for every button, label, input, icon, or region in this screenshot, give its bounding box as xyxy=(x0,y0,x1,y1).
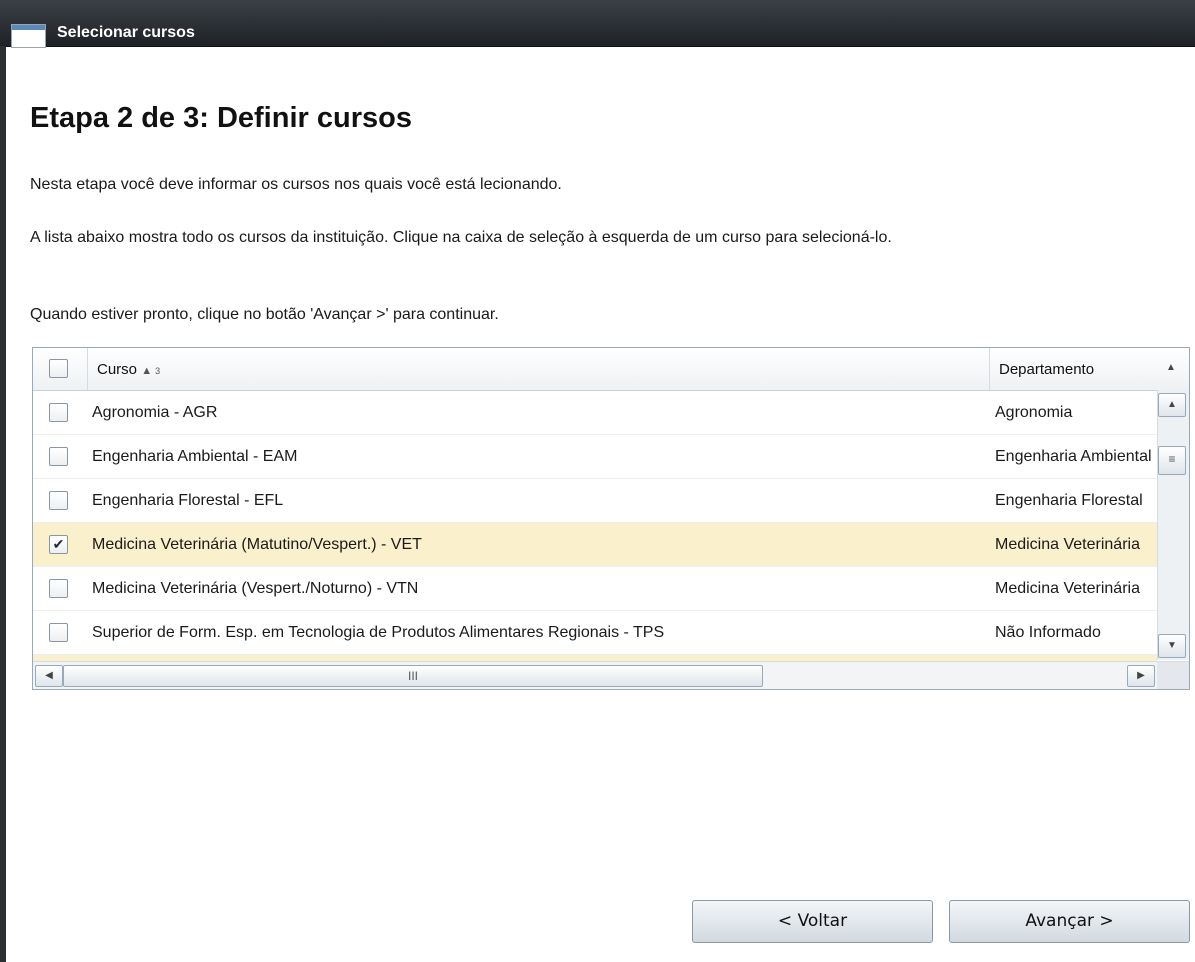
select-all-checkbox[interactable] xyxy=(49,359,68,378)
row-checkbox[interactable] xyxy=(49,447,68,466)
window-icon xyxy=(11,24,46,48)
vertical-scrollbar[interactable]: ▲ ≡ ▼ xyxy=(1157,390,1189,660)
column-header-curso-label: Curso xyxy=(97,361,138,378)
sort-ascending-icon: ▲ xyxy=(141,365,153,377)
window-left-border xyxy=(0,46,6,962)
cell-departamento: Engenharia Ambiental xyxy=(995,448,1152,465)
table-row[interactable]: Engenharia Ambiental - EAM Engenharia Amb… xyxy=(33,435,1157,479)
scrollbar-corner xyxy=(1157,661,1189,689)
next-button[interactable]: Avançar > xyxy=(949,900,1190,943)
row-checkbox[interactable]: ✔ xyxy=(49,535,68,554)
vertical-scroll-thumb[interactable]: ≡ xyxy=(1158,446,1186,475)
cell-curso: Medicina Veterinária (Vespert./Noturno) … xyxy=(92,580,419,597)
grid-rows: Agronomia - AGR Agronomia Engenharia Ambie… xyxy=(33,391,1157,661)
table-row[interactable]: Agronomia - AGR Agronomia xyxy=(33,391,1157,435)
table-row[interactable]: Superior de Form. Esp. em Tecnologia de … xyxy=(33,611,1157,655)
row-checkbox[interactable] xyxy=(49,623,68,642)
horizontal-scroll-thumb[interactable]: III xyxy=(63,665,763,687)
cell-curso: Engenharia Florestal - EFL xyxy=(92,492,284,509)
column-header-departamento-label: Departamento xyxy=(999,361,1095,378)
cell-departamento: Agronomia xyxy=(995,404,1073,421)
course-grid: Curso ▲ 3 Departamento ▲ Agronomia - AGR A… xyxy=(32,347,1190,690)
instruction-paragraph-3: Quando estiver pronto, clique no botão '… xyxy=(30,306,499,323)
scroll-up-button[interactable]: ▲ xyxy=(1158,393,1186,417)
instruction-paragraph-2: A lista abaixo mostra todo os cursos da … xyxy=(30,229,892,246)
header-scroll-up-icon[interactable]: ▲ xyxy=(1166,362,1176,373)
cell-departamento: Não Informado xyxy=(995,624,1101,641)
row-checkbox[interactable] xyxy=(49,579,68,598)
scroll-left-button[interactable]: ◀ xyxy=(35,665,63,687)
sort-order-index: 3 xyxy=(155,366,161,376)
row-checkbox[interactable] xyxy=(49,491,68,510)
table-row[interactable]: Medicina Veterinária (Vespert./Noturno) … xyxy=(33,567,1157,611)
header-select-all-cell xyxy=(33,348,88,390)
scroll-down-button[interactable]: ▼ xyxy=(1158,634,1186,658)
grid-header: Curso ▲ 3 Departamento ▲ xyxy=(33,348,1189,391)
cell-curso: Agronomia - AGR xyxy=(92,404,218,421)
window-title: Selecionar cursos xyxy=(57,24,195,41)
cell-departamento: Engenharia Florestal xyxy=(995,492,1143,509)
column-header-curso[interactable]: Curso ▲ 3 xyxy=(87,348,990,390)
horizontal-scrollbar[interactable]: ◀ III ▶ xyxy=(33,661,1157,689)
column-header-departamento[interactable]: Departamento xyxy=(990,348,1160,390)
cell-departamento: Medicina Veterinária xyxy=(995,536,1140,553)
table-row[interactable]: ✔ Medicina Veterinária (Matutino/Vespert.… xyxy=(33,523,1157,567)
cell-departamento: Medicina Veterinária xyxy=(995,580,1140,597)
cell-curso: Medicina Veterinária (Matutino/Vespert.)… xyxy=(92,536,422,553)
cell-curso: Superior de Form. Esp. em Tecnologia de … xyxy=(92,624,665,641)
row-checkbox[interactable] xyxy=(49,403,68,422)
scroll-right-button[interactable]: ▶ xyxy=(1127,665,1155,687)
cell-curso: Engenharia Ambiental - EAM xyxy=(92,448,298,465)
window-titlebar: Selecionar cursos xyxy=(0,0,1195,48)
instruction-paragraph-1: Nesta etapa você deve informar os cursos… xyxy=(30,176,562,193)
table-row[interactable]: Engenharia Florestal - EFL Engenharia Flo… xyxy=(33,479,1157,523)
back-button[interactable]: < Voltar xyxy=(692,900,933,943)
page-title: Etapa 2 de 3: Definir cursos xyxy=(30,102,412,134)
